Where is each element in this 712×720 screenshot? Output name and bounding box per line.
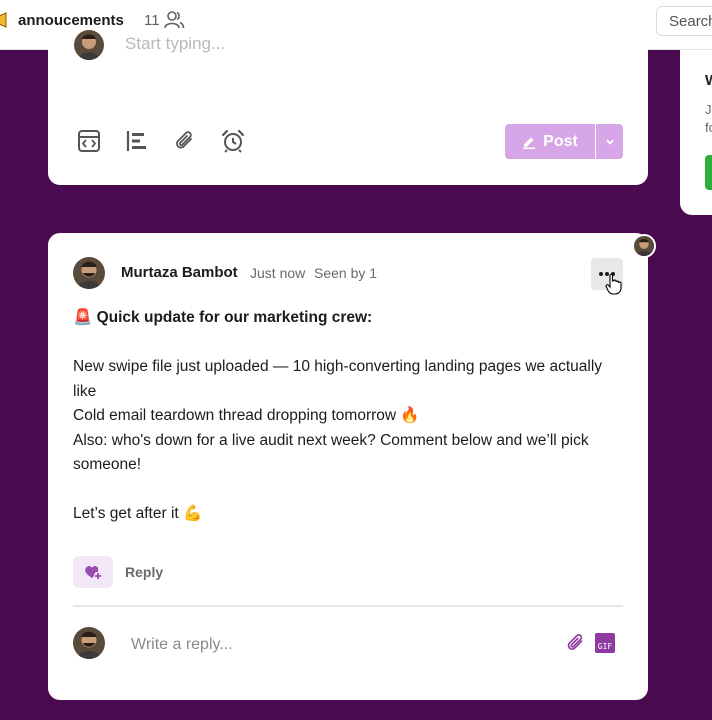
author-name[interactable]: Murtaza Bambot xyxy=(121,264,238,281)
avatar xyxy=(73,627,105,659)
post-line: Let’s get after it 💪 xyxy=(73,505,203,522)
post-button-label: Post xyxy=(543,132,578,150)
post-line xyxy=(73,478,628,503)
side-panel-text-2: fo xyxy=(705,120,712,135)
reply-button[interactable]: Reply xyxy=(125,564,163,580)
side-panel-action-button[interactable] xyxy=(705,155,712,190)
heart-plus-icon xyxy=(85,566,101,579)
add-reaction-button[interactable] xyxy=(73,556,113,588)
users-icon xyxy=(163,11,184,29)
post-line: New swipe file just uploaded — 10 high-c… xyxy=(73,358,603,400)
post-line: Also: who's down for a live audit next w… xyxy=(73,431,589,474)
pencil-icon xyxy=(523,137,536,149)
seen-by-count[interactable]: Seen by 1 xyxy=(314,265,377,281)
post-heading: 🚨 Quick update for our marketing crew: xyxy=(73,309,373,326)
member-count-button[interactable]: 11 xyxy=(144,10,185,30)
megaphone-icon xyxy=(0,12,7,28)
post-options-button[interactable] xyxy=(596,124,623,159)
align-left-icon[interactable] xyxy=(124,128,150,154)
post-card: Murtaza Bambot Just now Seen by 1 🚨 Quic… xyxy=(48,233,648,700)
search-input[interactable]: Search xyxy=(656,6,712,36)
composer-card: Start typing... Post xyxy=(48,30,648,185)
composer-input[interactable]: Start typing... xyxy=(125,34,225,54)
side-panel-title: W xyxy=(705,72,712,89)
reply-input[interactable]: Write a reply... xyxy=(131,636,233,654)
hand-cursor-icon xyxy=(605,273,622,295)
member-count: 11 xyxy=(144,11,160,29)
seen-by-avatar[interactable] xyxy=(632,234,656,258)
post-line xyxy=(73,331,628,356)
paperclip-icon[interactable] xyxy=(172,128,198,154)
post-line: Cold email teardown thread dropping tomo… xyxy=(73,407,420,424)
gif-button[interactable]: GIF xyxy=(595,633,615,653)
avatar[interactable] xyxy=(73,257,105,289)
alarm-clock-icon[interactable] xyxy=(220,128,246,154)
channel-name[interactable]: annoucements xyxy=(18,12,124,29)
chevron-down-icon xyxy=(605,138,614,145)
post-body: 🚨 Quick update for our marketing crew: N… xyxy=(73,306,628,527)
paperclip-icon[interactable] xyxy=(564,631,588,655)
post-button[interactable]: Post xyxy=(505,124,595,159)
side-panel-card: W J fo xyxy=(680,50,712,215)
avatar xyxy=(74,30,104,60)
divider xyxy=(73,605,623,607)
side-panel-text: J xyxy=(705,102,712,117)
code-block-icon[interactable] xyxy=(76,128,102,154)
post-timestamp: Just now xyxy=(250,265,306,281)
